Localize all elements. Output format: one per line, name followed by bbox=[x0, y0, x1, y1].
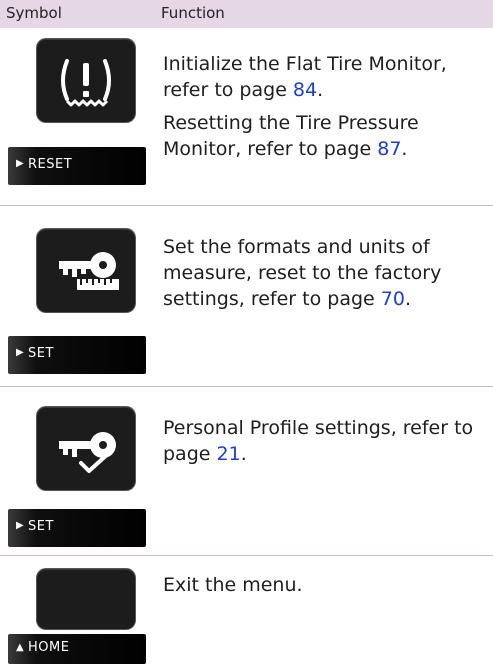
header-function: Function bbox=[161, 4, 225, 22]
personal-profile-symbol-button[interactable] bbox=[37, 407, 135, 490]
reset-button[interactable]: ▶ RESET bbox=[8, 147, 146, 185]
row-3-p1-text: Personal Profile settings, refer to page bbox=[163, 417, 474, 465]
row-4-p1-text: Exit the menu. bbox=[163, 574, 303, 596]
header-symbol: Symbol bbox=[6, 4, 62, 22]
set-button-label: SET bbox=[28, 346, 54, 361]
home-symbol-button[interactable] bbox=[37, 569, 135, 629]
tire-pressure-warning-icon bbox=[61, 59, 111, 107]
key-ruler-settings-icon bbox=[59, 252, 119, 290]
table-header: Symbol Function bbox=[0, 0, 493, 28]
row-2-p1-suffix: . bbox=[404, 288, 412, 310]
triangle-up-icon: ▲ bbox=[16, 642, 24, 653]
triangle-right-icon: ▶ bbox=[16, 347, 24, 358]
row-3-function-text: Personal Profile settings, refer to page… bbox=[163, 415, 483, 467]
page-link-84[interactable]: 84 bbox=[293, 79, 317, 101]
reset-button-label: RESET bbox=[28, 157, 73, 172]
row-divider bbox=[0, 205, 493, 206]
symbol-function-table: Symbol Function ▶ RESET Initialize the F… bbox=[0, 0, 493, 667]
row-2-paragraph-1: Set the formats and units of measure, re… bbox=[163, 234, 483, 312]
row-3-paragraph-1: Personal Profile settings, refer to page… bbox=[163, 415, 483, 467]
row-divider bbox=[0, 555, 493, 556]
set-button-formats[interactable]: ▶ SET bbox=[8, 336, 146, 374]
row-4-function-text: Exit the menu. bbox=[163, 572, 483, 598]
triangle-right-icon: ▶ bbox=[16, 520, 24, 531]
row-4-paragraph-1: Exit the menu. bbox=[163, 572, 483, 598]
home-button[interactable]: ▲ HOME bbox=[8, 634, 146, 664]
triangle-right-icon: ▶ bbox=[16, 158, 24, 169]
page-link-21[interactable]: 21 bbox=[217, 443, 241, 465]
row-3-p1-suffix: . bbox=[240, 443, 247, 465]
set-button-label: SET bbox=[28, 519, 54, 534]
page-link-87[interactable]: 87 bbox=[377, 138, 401, 160]
tire-monitor-symbol-button[interactable] bbox=[37, 39, 135, 122]
home-button-label: HOME bbox=[28, 640, 70, 655]
blank-button bbox=[37, 569, 135, 629]
row-1-paragraph-1: Initialize the Flat Tire Monitor, refer … bbox=[163, 51, 483, 103]
row-1-p2-suffix: . bbox=[401, 138, 408, 160]
row-1-p1-suffix: . bbox=[317, 79, 324, 101]
key-check-profile-icon bbox=[59, 432, 116, 473]
row-divider bbox=[0, 386, 493, 387]
set-button-profile[interactable]: ▶ SET bbox=[8, 509, 146, 547]
row-2-function-text: Set the formats and units of measure, re… bbox=[163, 234, 483, 312]
formats-units-symbol-button[interactable] bbox=[37, 229, 135, 312]
row-1-paragraph-2: Resetting the Tire Pressure Monitor, ref… bbox=[163, 110, 483, 162]
row-1-function-text: Initialize the Flat Tire Monitor, refer … bbox=[163, 51, 483, 162]
page-link-70[interactable]: 70 bbox=[381, 288, 405, 310]
